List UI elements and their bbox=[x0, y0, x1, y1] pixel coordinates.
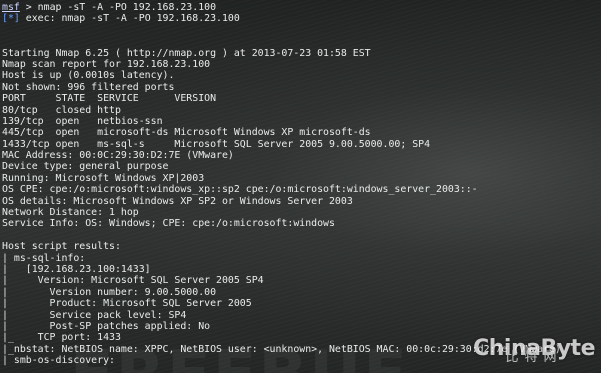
nmap-output: Starting Nmap 6.25 ( http://nmap.org ) a… bbox=[2, 25, 601, 367]
output-line: | [192.168.23.100:1433] bbox=[2, 263, 151, 275]
background-logo-watermark: FREEBUF bbox=[70, 341, 409, 373]
output-line: Device type: general purpose bbox=[2, 161, 169, 173]
output-line: 80/tcp closed http bbox=[2, 104, 121, 116]
output-line: | ms-sql-info: bbox=[2, 252, 86, 264]
exec-line: [*] exec: nmap -sT -A -PO 192.168.23.100 bbox=[2, 13, 601, 24]
output-line: Host script results: bbox=[2, 241, 121, 253]
info-status-tag: [*] bbox=[2, 13, 20, 25]
terminal-output: msf > nmap -sT -A -PO 192.168.23.100 [*]… bbox=[2, 2, 601, 367]
output-line: Running: Microsoft Windows XP|2003 bbox=[2, 172, 205, 184]
output-line: PORT STATE SERVICE VERSION bbox=[2, 93, 217, 105]
output-line: Nmap scan report for 192.168.23.100 bbox=[2, 58, 211, 70]
output-line: | Product: Microsoft SQL Server 2005 bbox=[2, 298, 252, 310]
prompt-command: > nmap -sT -A -PO 192.168.23.100 bbox=[19, 2, 217, 13]
output-line: | Version number: 9.00.5000.00 bbox=[2, 286, 217, 298]
output-line: Network Distance: 1 hop bbox=[2, 207, 139, 219]
prompt-line: msf > nmap -sT -A -PO 192.168.23.100 bbox=[2, 2, 601, 13]
terminal-window[interactable]: FREEBUF msf > nmap -sT -A -PO 192.168.23… bbox=[0, 0, 601, 373]
output-line: OS CPE: cpe:/o:microsoft:windows_xp::sp2… bbox=[2, 184, 478, 196]
output-line: 139/tcp open netbios-ssn bbox=[2, 115, 163, 127]
chinabyte-watermark: ChinaByte 比特网 bbox=[473, 337, 595, 364]
output-line: OS details: Microsoft Windows XP SP2 or … bbox=[2, 195, 353, 207]
output-line: 1433/tcp open ms-sql-s Microsoft SQL Ser… bbox=[2, 138, 431, 150]
output-line: Starting Nmap 6.25 ( http://nmap.org ) a… bbox=[2, 47, 371, 59]
output-line: MAC Address: 00:0C:29:30:D2:7E (VMware) bbox=[2, 150, 234, 162]
output-line: 445/tcp open microsoft-ds Microsoft Wind… bbox=[2, 127, 371, 139]
msf-prompt-tag: msf bbox=[2, 2, 20, 13]
output-line: | Version: Microsoft SQL Server 2005 SP4 bbox=[2, 275, 264, 287]
output-line: Not shown: 996 filtered ports bbox=[2, 81, 175, 93]
exec-command-text: exec: nmap -sT -A -PO 192.168.23.100 bbox=[19, 13, 240, 25]
output-line: Host is up (0.0010s latency). bbox=[2, 70, 175, 82]
output-line: Service Info: OS: Windows; CPE: cpe:/o:m… bbox=[2, 218, 335, 230]
output-line: | Post-SP patches applied: No bbox=[2, 320, 211, 332]
output-line: | Service pack level: SP4 bbox=[2, 309, 187, 321]
